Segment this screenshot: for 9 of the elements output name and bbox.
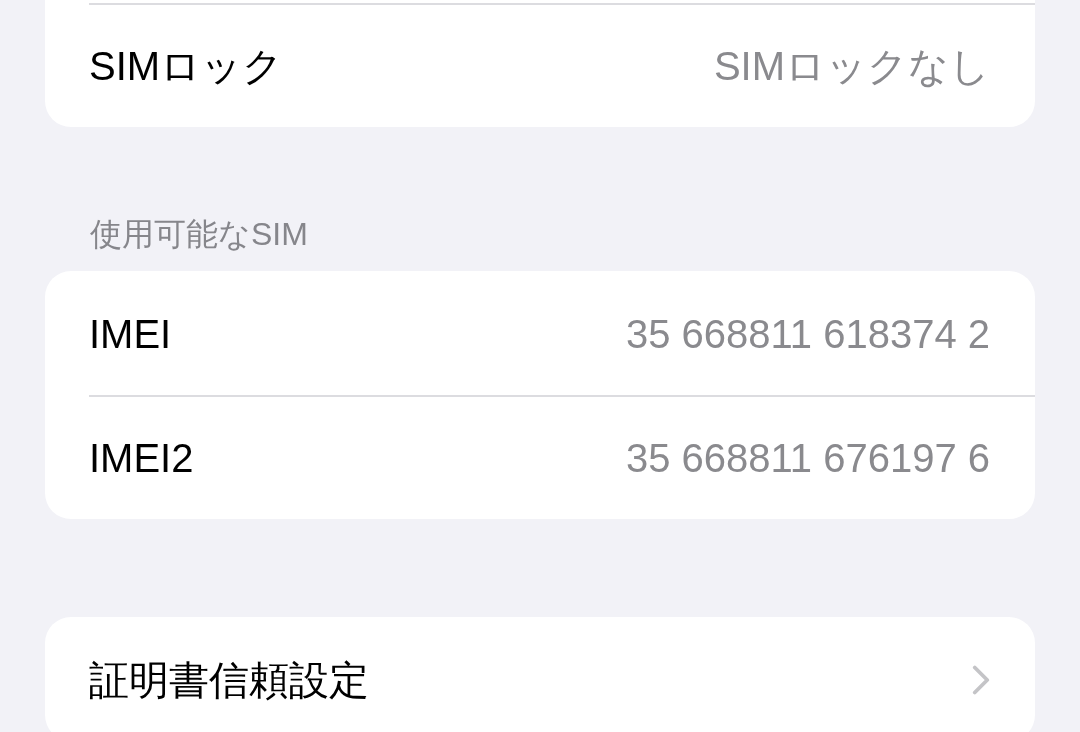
setting-label: SIMロック: [89, 42, 284, 90]
section-header: 使用可能なSIM: [89, 215, 309, 254]
setting-label: IMEI2: [89, 435, 194, 481]
setting-value: 35 668811 618374 2: [625, 311, 990, 357]
chevron-right-icon: [972, 665, 990, 695]
setting-value: 35 668811 676197 6: [625, 435, 990, 481]
setting-label: IMEI: [89, 311, 172, 357]
setting-label[interactable]: 証明書信頼設定: [89, 652, 369, 708]
setting-value: SIMロックなし: [713, 42, 990, 90]
